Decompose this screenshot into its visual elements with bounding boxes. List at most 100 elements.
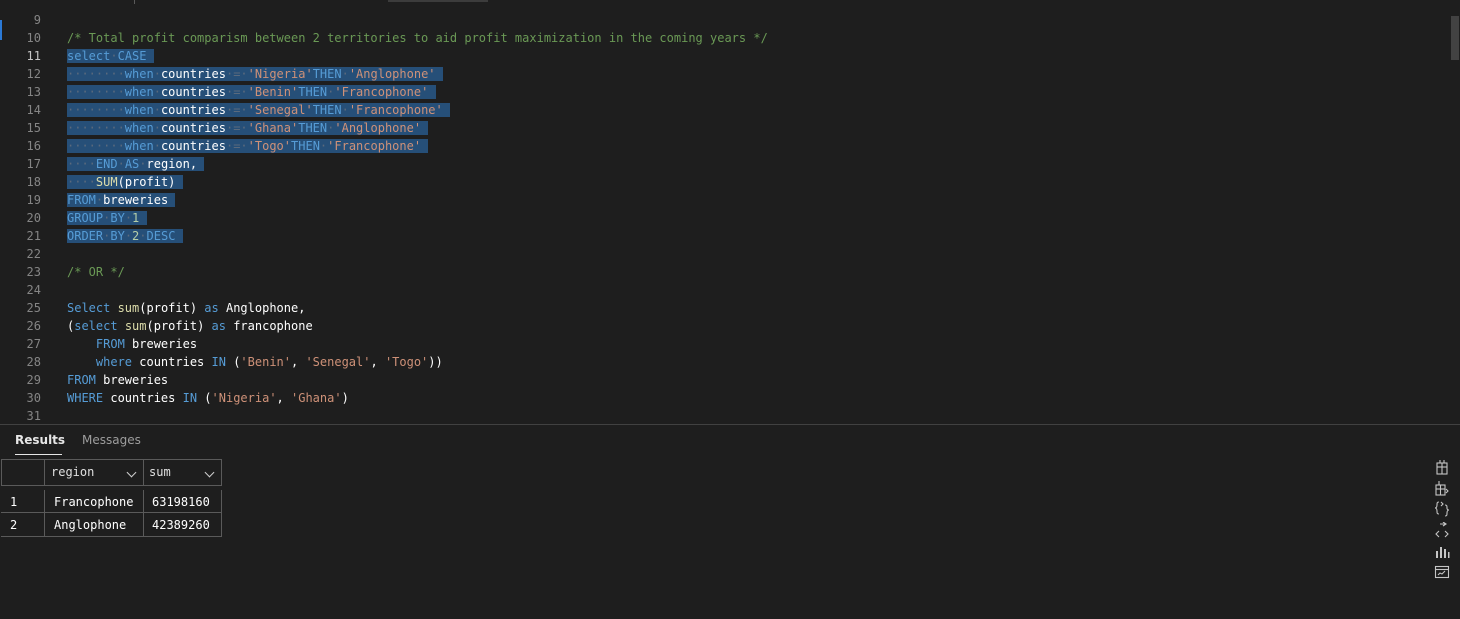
table-cell-sum[interactable]: 63198160 [143,490,222,513]
selected-token: 'Benin' [247,85,299,99]
selected-token: ·=· [225,103,248,117]
selected-token: 'Anglophone' [348,67,436,81]
code-text: ········when·countries·=·'Senegal'THEN·'… [67,101,450,119]
code-line[interactable]: 29 FROM breweries [0,371,1440,389]
selected-token: 'Togo' [247,139,292,153]
code-line[interactable]: 17 ····END·AS·region, [0,155,1440,173]
chart-icon[interactable] [1434,543,1450,559]
selected-token: · [153,103,161,117]
selected-token: 'Francophone' [327,139,422,153]
code-text: ····END·AS·region, [67,155,205,173]
code-line[interactable]: 28 where countries IN ('Benin', 'Senegal… [0,353,1440,371]
scrollbar-thumb[interactable] [1451,16,1459,60]
selected-token: SUM [95,175,118,189]
code-line[interactable]: 9 [0,11,1440,29]
column-header-region[interactable]: region [44,459,144,486]
selected-token: THEN [312,67,342,81]
code-line[interactable]: 10 /* Total profit comparism between 2 te… [0,29,1440,47]
code-line[interactable]: 20 GROUP·BY·1 [0,209,1440,227]
selected-token: 'Ghana' [247,121,299,135]
selected-token [146,49,154,63]
code-line[interactable]: 30 WHERE countries IN ('Nigeria', 'Ghana'… [0,389,1440,407]
code-token: select [74,319,125,333]
tab-messages[interactable]: Messages [82,431,141,449]
selected-token [139,211,147,225]
selected-token: GROUP [67,211,104,225]
save-as-excel-icon[interactable] [1434,480,1450,496]
code-line[interactable]: 14 ········when·countries·=·'Senegal'THEN… [0,101,1440,119]
selected-token [175,175,183,189]
visualizer-icon[interactable] [1434,564,1450,580]
code-line[interactable]: 26 (select sum(profit) as francophone [0,317,1440,335]
code-line[interactable]: 25 Select sum(profit) as Anglophone, [0,299,1440,317]
selected-token: countries [160,139,226,153]
code-line[interactable]: 22 [0,245,1440,263]
selected-token: · [117,157,125,171]
row-number-header[interactable] [1,459,45,486]
selected-token: 'Nigeria' [247,67,313,81]
code-text: ········when·countries·=·'Ghana'THEN·'An… [67,119,429,137]
line-number: 15 [26,121,41,135]
editor-top-strip [0,0,1460,5]
save-as-json-icon[interactable] [1434,501,1450,517]
column-header-sum[interactable]: sum [143,459,222,486]
selected-token: · [110,49,118,63]
selected-token: AS [124,157,140,171]
selected-token [442,103,450,117]
code-line[interactable]: 11 select·CASE [0,47,1440,65]
separator [134,0,135,4]
code-token: Anglophone, [218,301,306,315]
save-as-csv-icon[interactable] [1434,459,1450,475]
code-token: ( [197,391,212,405]
code-line[interactable]: 27 FROM breweries [0,335,1440,353]
code-token: IN [211,355,226,369]
selected-token: when [124,67,154,81]
selected-token: 'Francophone' [334,85,429,99]
editor-scrollbar[interactable] [1450,14,1460,424]
code-text: /* OR */ [67,263,125,281]
chevron-down-icon[interactable] [126,467,137,478]
line-number: 11 [26,49,41,63]
table-cell-region[interactable]: Francophone [44,490,144,513]
table-cell-sum[interactable]: 42389260 [143,513,222,537]
code-line[interactable]: 16 ········when·countries·=·'Togo'THEN·'F… [0,137,1440,155]
code-line[interactable]: 12 ········when·countries·=·'Nigeria'THEN… [0,65,1440,83]
selected-token: 'Francophone' [348,103,443,117]
code-text: where countries IN ('Benin', 'Senegal', … [67,353,443,371]
code-line[interactable]: 24 [0,281,1440,299]
code-token: 'Senegal' [305,355,371,369]
code-line[interactable]: 15 ········when·countries·=·'Ghana'THEN·'… [0,119,1440,137]
tab-indicator [388,0,488,2]
save-as-xml-icon[interactable] [1434,522,1450,538]
code-line[interactable]: 23 /* OR */ [0,263,1440,281]
selected-token: · [153,67,161,81]
selected-token: BY [110,211,125,225]
code-line[interactable]: 31 [0,407,1440,424]
sql-editor[interactable]: 9 10 /* Total profit comparism between 2 t… [0,0,1460,424]
line-number: 24 [26,283,41,297]
selected-token: countries [160,103,226,117]
code-line[interactable]: 21 ORDER·BY·2·DESC [0,227,1440,245]
chevron-down-icon[interactable] [204,467,215,478]
results-grid[interactable]: region sum 1 Francophone 63198160 2 Angl… [1,459,222,537]
selected-token: ORDER [67,229,104,243]
code-text: ORDER·BY·2·DESC [67,227,183,245]
selected-token: THEN [291,139,320,153]
code-token: 'Nigeria' [211,391,277,405]
tab-results[interactable]: Results [15,431,65,449]
selected-token: when [124,121,154,135]
code-text: ········when·countries·=·'Nigeria'THEN·'… [67,65,443,83]
code-line[interactable]: 18 ····SUM(profit) [0,173,1440,191]
code-line[interactable]: 13 ········when·countries·=·'Benin'THEN·'… [0,83,1440,101]
table-cell-region[interactable]: Anglophone [44,513,144,537]
code-token: IN [182,391,198,405]
selected-token: · [139,229,147,243]
code-text: FROM breweries [67,335,197,353]
selected-token: ·=· [225,67,248,81]
code-line[interactable]: 19 FROM·breweries [0,191,1440,209]
row-number[interactable]: 1 [1,490,45,513]
code-token: ( [225,355,241,369]
code-text: FROM·breweries [67,191,176,209]
row-number[interactable]: 2 [1,513,45,537]
